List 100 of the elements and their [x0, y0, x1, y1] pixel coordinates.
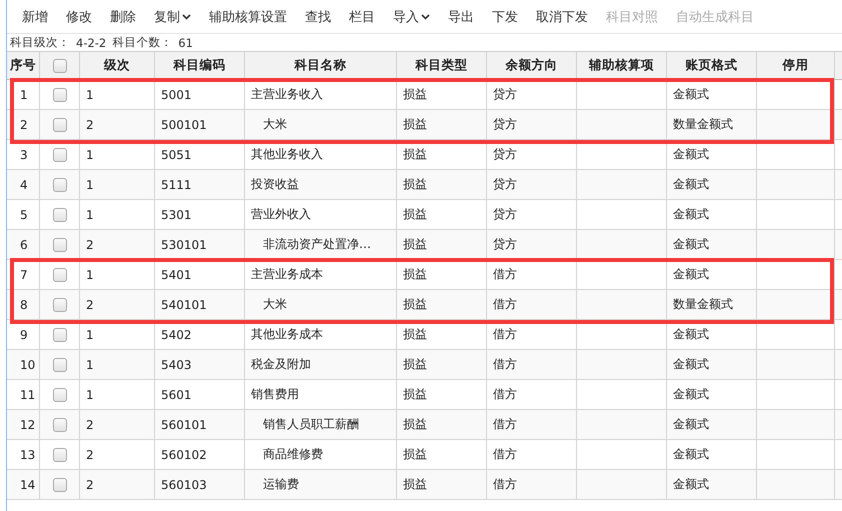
column-header: 科目编码: [155, 52, 245, 79]
table-cell: 贷方: [487, 230, 577, 259]
table-cell: 5401: [155, 260, 245, 289]
table-cell: 金额式: [667, 230, 757, 259]
table-cell: 借方: [487, 290, 577, 319]
table-cell: 借方: [487, 440, 577, 469]
table-cell: 商品维修费: [245, 440, 397, 469]
table-cell: 损益: [397, 260, 487, 289]
table-cell: 借方: [487, 260, 577, 289]
table-cell: 金额式: [667, 80, 757, 109]
row-checkbox[interactable]: [52, 298, 66, 312]
toolbar-button[interactable]: 查找: [296, 2, 340, 32]
row-number: 2: [7, 110, 40, 139]
row-checkbox[interactable]: [52, 328, 66, 342]
table-cell: 1: [80, 170, 155, 199]
row-checkbox[interactable]: [52, 208, 66, 222]
row-number: 14: [7, 470, 40, 499]
table-cell: 损益: [397, 440, 487, 469]
row-checkbox[interactable]: [52, 118, 66, 132]
table-cell: 数量金额式: [667, 110, 757, 139]
toolbar-button[interactable]: 下发: [483, 2, 527, 32]
table-cell: 投资收益: [245, 170, 397, 199]
column-header: 级次: [80, 52, 155, 79]
table-cell: 1: [80, 350, 155, 379]
row-number: 10: [7, 350, 40, 379]
table-cell: 损益: [397, 170, 487, 199]
row-checkbox[interactable]: [52, 238, 66, 252]
row-checkbox[interactable]: [52, 358, 66, 372]
table-cell: 5301: [155, 200, 245, 229]
row-checkbox[interactable]: [52, 88, 66, 102]
table-cell: 损益: [397, 470, 487, 499]
count-value: 61: [178, 36, 193, 50]
column-header: 余额方向: [487, 52, 577, 79]
row-number: 12: [7, 410, 40, 439]
table-cell: 主营业务成本: [245, 260, 397, 289]
table-cell: 2: [80, 290, 155, 319]
table-cell: 借方: [487, 410, 577, 439]
column-header: 账页格式: [667, 52, 757, 79]
table-cell: 金额式: [667, 260, 757, 289]
levels-value: 4-2-2: [76, 36, 106, 50]
table-cell: 金额式: [667, 170, 757, 199]
toolbar-button[interactable]: 取消下发: [527, 2, 597, 32]
row-checkbox[interactable]: [52, 448, 66, 462]
table-cell: 2: [80, 110, 155, 139]
select-all-checkbox[interactable]: [52, 58, 66, 72]
table-cell: 5601: [155, 380, 245, 409]
table-cell: 530101: [155, 230, 245, 259]
column-header: 科目类型: [397, 52, 487, 79]
row-checkbox[interactable]: [52, 268, 66, 282]
table-cell: 其他业务成本: [245, 320, 397, 349]
table-cell: 560102: [155, 440, 245, 469]
table-cell: 主营业务收入: [245, 80, 397, 109]
table-cell: 金额式: [667, 140, 757, 169]
row-number: 7: [7, 260, 40, 289]
row-checkbox[interactable]: [52, 388, 66, 402]
table-cell: 贷方: [487, 80, 577, 109]
row-checkbox[interactable]: [52, 418, 66, 432]
table-cell: 借方: [487, 380, 577, 409]
row-number: 4: [7, 170, 40, 199]
toolbar-button[interactable]: 栏目: [340, 2, 384, 32]
table-cell: 借方: [487, 350, 577, 379]
table-cell: 损益: [397, 200, 487, 229]
levels-label: 科目级次：: [10, 35, 70, 50]
toolbar-button[interactable]: 导入: [384, 2, 439, 32]
table-cell: 贷方: [487, 110, 577, 139]
row-number: 11: [7, 380, 40, 409]
table-cell: 1: [80, 140, 155, 169]
row-checkbox[interactable]: [52, 178, 66, 192]
table-cell: 非流动资产处置净…: [245, 230, 397, 259]
table-cell: 借方: [487, 470, 577, 499]
table-cell: 金额式: [667, 200, 757, 229]
row-checkbox[interactable]: [52, 148, 66, 162]
toolbar-button[interactable]: 导出: [439, 2, 483, 32]
table-cell: 540101: [155, 290, 245, 319]
table-cell: 数量金额式: [667, 290, 757, 319]
table-cell: 2: [80, 470, 155, 499]
table-cell: 金额式: [667, 350, 757, 379]
row-checkbox[interactable]: [52, 478, 66, 492]
toolbar-button[interactable]: 复制: [145, 2, 200, 32]
table-cell: 税金及附加: [245, 350, 397, 379]
table-cell: 1: [80, 200, 155, 229]
table-cell: 金额式: [667, 440, 757, 469]
table-cell: 损益: [397, 290, 487, 319]
table-cell: 损益: [397, 380, 487, 409]
table-cell: 金额式: [667, 380, 757, 409]
toolbar-button[interactable]: 新增: [13, 2, 57, 32]
table-cell: 5402: [155, 320, 245, 349]
table-cell: 损益: [397, 350, 487, 379]
table-cell: 损益: [397, 140, 487, 169]
row-number: 13: [7, 440, 40, 469]
column-header: 停用: [757, 52, 835, 79]
table-cell: 销售人员职工薪酬: [245, 410, 397, 439]
table-cell: 大米: [245, 110, 397, 139]
table-cell: 借方: [487, 320, 577, 349]
table-cell: 贷方: [487, 170, 577, 199]
table-cell: 大米: [245, 290, 397, 319]
table-cell: 损益: [397, 410, 487, 439]
toolbar-button[interactable]: 删除: [101, 2, 145, 32]
toolbar-button[interactable]: 辅助核算设置: [200, 2, 296, 32]
toolbar-button[interactable]: 修改: [57, 2, 101, 32]
